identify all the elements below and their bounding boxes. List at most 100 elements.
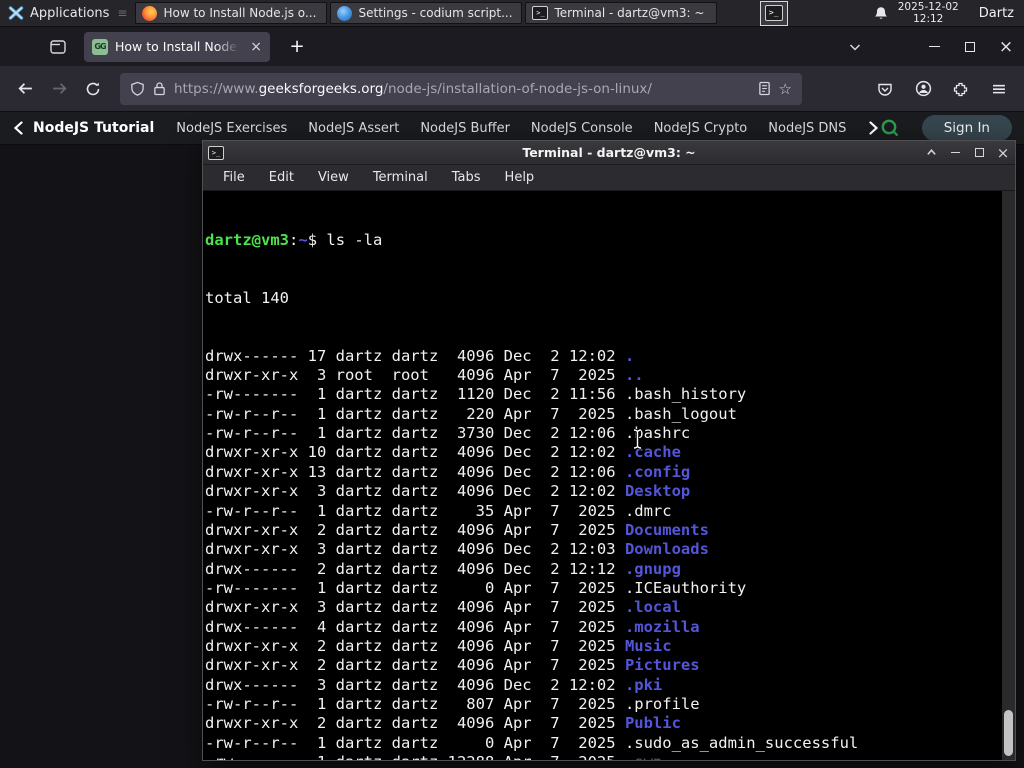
terminal-icon (208, 145, 224, 160)
menu-tabs[interactable]: Tabs (440, 170, 493, 185)
terminal-listing-row: drwxr-xr-x 3 dartz dartz 4096 Apr 7 2025… (205, 598, 1001, 617)
app-menu-icon[interactable]: ≡ (982, 72, 1016, 106)
list-all-tabs-button[interactable] (840, 32, 870, 62)
taskbar-button-terminal[interactable]: Terminal - dartz@vm3: ~ (525, 2, 718, 24)
shield-icon[interactable] (130, 81, 145, 97)
firefox-view-icon[interactable] (44, 33, 72, 61)
notification-bell-icon[interactable] (874, 6, 888, 21)
file-name: Public (624, 714, 681, 733)
file-meta: drwx------ 2 dartz dartz 4096 Dec 2 12:1… (205, 559, 625, 578)
extensions-puzzle-icon[interactable] (944, 72, 978, 106)
firefox-tab-bar: How to Install Node.js on × + × (0, 27, 1024, 66)
file-name: .bash_history (624, 385, 747, 404)
file-meta: -rw-r--r-- 1 dartz dartz 0 Apr 7 2025 (205, 733, 625, 752)
terminal-scrollbar-track[interactable] (1002, 191, 1015, 760)
file-name: .config (624, 462, 691, 481)
terminal-shade-button[interactable] (919, 142, 943, 164)
taskbar-button-firefox[interactable]: How to Install Node.js o... (135, 2, 328, 24)
url-text: https://www.geeksforgeeks.org/node-js/in… (174, 81, 750, 97)
terminal-listing-row: drwxr-xr-x 3 dartz dartz 4096 Dec 2 12:0… (205, 482, 1001, 501)
file-meta: drwx------ 3 dartz dartz 4096 Dec 2 12:0… (205, 675, 625, 694)
nav-scroll-right-icon[interactable] (867, 121, 880, 135)
terminal-maximize-button[interactable] (967, 142, 991, 164)
sign-in-button[interactable]: Sign In (921, 115, 1012, 141)
file-name: .pki (624, 675, 663, 694)
terminal-listing-row: drwxr-xr-x 10 dartz dartz 4096 Dec 2 12:… (205, 443, 1001, 462)
file-meta: -rw------- 1 dartz dartz 1120 Dec 2 11:5… (205, 385, 625, 404)
back-button[interactable] (8, 72, 42, 106)
menu-view[interactable]: View (306, 170, 361, 185)
mouse-ibeam-cursor (631, 428, 644, 454)
terminal-menubar: File Edit View Terminal Tabs Help (203, 165, 1015, 191)
file-name: .mozilla (624, 617, 700, 636)
menu-help[interactable]: Help (493, 170, 547, 185)
top-panel: Applications ≡ How to Install Node.js o.… (0, 0, 1024, 27)
browser-tab-active[interactable]: How to Install Node.js on × (84, 31, 270, 62)
panel-separator: ≡ (117, 6, 128, 20)
terminal-close-button[interactable]: × (991, 142, 1015, 164)
file-name: Downloads (624, 540, 709, 559)
terminal-listing-row: drwxr-xr-x 3 root root 4096 Apr 7 2025 .… (205, 366, 1001, 385)
terminal-command: ls -la (326, 230, 383, 249)
file-name: .profile (624, 694, 700, 713)
reader-mode-icon[interactable] (758, 81, 771, 96)
file-name: .sudo_as_admin_successful (624, 733, 859, 752)
panel-clock[interactable]: 2025-12-02 12:12 (898, 1, 959, 25)
terminal-listing-row: drwxr-xr-x 2 dartz dartz 4096 Apr 7 2025… (205, 656, 1001, 675)
nav-link-nodejs-crypto[interactable]: NodeJS Crypto (654, 121, 748, 136)
menu-terminal[interactable]: Terminal (361, 170, 440, 185)
file-name: .local (624, 598, 681, 617)
prompt-user-host: dartz@vm3 (205, 230, 289, 249)
file-meta: drwxr-xr-x 2 dartz dartz 4096 Apr 7 2025 (205, 520, 625, 539)
nav-link-nodejs-exercises[interactable]: NodeJS Exercises (176, 121, 287, 136)
nav-link-nodejs-buffer[interactable]: NodeJS Buffer (420, 121, 510, 136)
file-meta: drwxr-xr-x 2 dartz dartz 4096 Apr 7 2025 (205, 636, 625, 655)
terminal-minimize-button[interactable] (943, 142, 967, 164)
tray-terminal-launcher[interactable] (759, 0, 788, 26)
file-meta: drwxr-xr-x 2 dartz dartz 4096 Apr 7 2025 (205, 714, 625, 733)
file-meta: drwxr-xr-x 3 dartz dartz 4096 Dec 2 12:0… (205, 482, 625, 501)
file-meta: -rw-r--r-- 1 dartz dartz 220 Apr 7 2025 (205, 404, 625, 423)
lock-icon[interactable] (153, 81, 166, 96)
terminal-icon (764, 5, 783, 21)
forward-button[interactable] (42, 72, 76, 106)
account-icon[interactable] (906, 72, 940, 106)
browser-close-button[interactable]: × (988, 31, 1024, 63)
terminal-listing-row: -rw-r--r-- 1 dartz dartz 220 Apr 7 2025 … (205, 405, 1001, 424)
new-tab-button[interactable]: + (282, 32, 312, 62)
nav-link-nodejs-dns[interactable]: NodeJS DNS (768, 121, 846, 136)
file-name: .bash_logout (624, 404, 737, 423)
url-bar[interactable]: https://www.geeksforgeeks.org/node-js/in… (120, 72, 802, 105)
search-icon[interactable] (880, 118, 900, 138)
terminal-listing-row: drwx------ 17 dartz dartz 4096 Dec 2 12:… (205, 347, 1001, 366)
browser-minimize-button[interactable] (916, 31, 952, 63)
terminal-scrollbar-thumb[interactable] (1004, 710, 1013, 756)
geeksforgeeks-favicon (92, 38, 108, 55)
clock-date: 2025-12-02 (897, 0, 959, 13)
file-name: .ICEauthority (624, 578, 747, 597)
terminal-icon (532, 6, 549, 20)
reload-button[interactable] (76, 72, 110, 106)
file-name: Documents (624, 520, 709, 539)
nav-link-nodejs-assert[interactable]: NodeJS Assert (308, 121, 399, 136)
file-meta: drwxr-xr-x 3 dartz dartz 4096 Apr 7 2025 (205, 598, 625, 617)
codium-icon (337, 5, 353, 21)
panel-user-menu[interactable]: Dartz (979, 6, 1014, 21)
taskbar-button-codium[interactable]: Settings - codium script... (330, 2, 523, 24)
pocket-icon[interactable] (868, 72, 902, 106)
terminal-listing-row: -rw------- 1 dartz dartz 1120 Dec 2 11:5… (205, 385, 1001, 404)
terminal-titlebar[interactable]: Terminal - dartz@vm3: ~ × (203, 141, 1015, 165)
navbar-links: NodeJS Exercises NodeJS Assert NodeJS Buff… (176, 121, 864, 136)
applications-menu-button[interactable]: Applications (0, 0, 117, 27)
menu-file[interactable]: File (211, 170, 257, 185)
menu-edit[interactable]: Edit (257, 170, 306, 185)
file-name: Music (624, 636, 672, 655)
file-meta: drwxr-xr-x 2 dartz dartz 4096 Apr 7 2025 (205, 656, 625, 675)
browser-maximize-button[interactable] (952, 31, 988, 63)
tab-close-icon[interactable]: × (250, 39, 262, 55)
nav-link-nodejs-tutorial[interactable]: NodeJS Tutorial (33, 120, 154, 136)
terminal-output: dartz@vm3:~$ ls -la total 140 drwx------… (203, 191, 1015, 760)
bookmark-star-icon[interactable]: ☆ (779, 80, 792, 98)
nav-link-nodejs-console[interactable]: NodeJS Console (531, 121, 633, 136)
nav-scroll-left-icon[interactable] (12, 121, 25, 135)
